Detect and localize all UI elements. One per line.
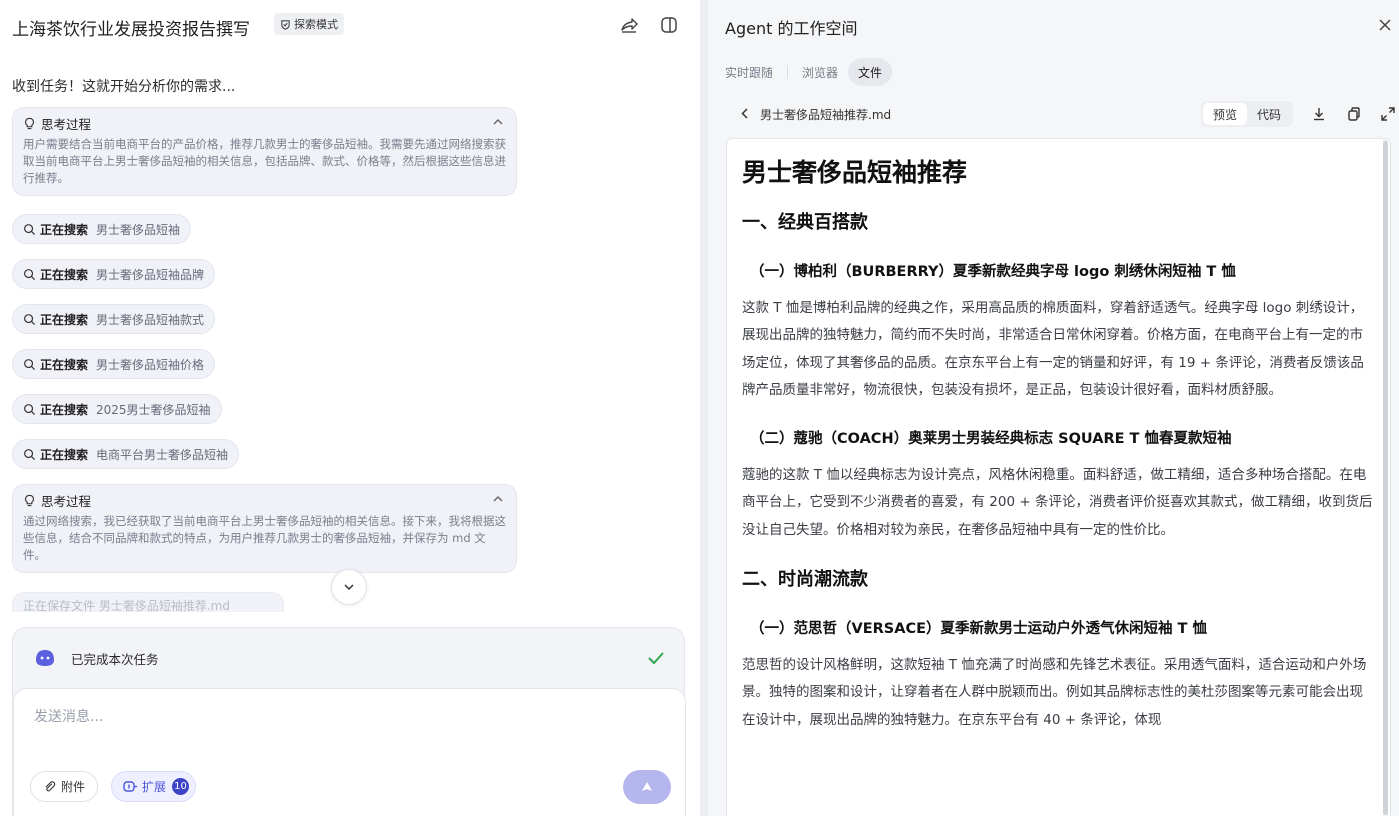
bot-avatar-icon: [36, 650, 54, 666]
thinking-card[interactable]: 思考过程 通过网络搜索，我已经获取了当前电商平台上男士奢侈品短袖的相关信息。接下…: [12, 484, 517, 573]
document-title: 男士奢侈品短袖推荐: [742, 158, 968, 187]
attach-button[interactable]: 附件: [30, 771, 99, 802]
search-step-query: 电商平台男士奢侈品短袖: [96, 447, 229, 462]
thinking-header[interactable]: 思考过程: [23, 114, 506, 132]
search-step-label: 正在搜索: [40, 402, 89, 417]
search-icon: [24, 448, 36, 460]
search-step-label: 正在搜索: [40, 357, 89, 372]
item-heading: （二）蔻驰（COACH）奥莱男士男装经典标志 SQUARE T 恤春夏款短袖: [750, 431, 1232, 448]
attach-label: 附件: [61, 780, 86, 794]
search-step[interactable]: 正在搜索 男士奢侈品短袖: [12, 214, 192, 244]
sidebar-toggle-icon[interactable]: [658, 14, 680, 36]
chevron-left-icon[interactable]: [739, 107, 751, 120]
search-step-query: 男士奢侈品短袖款式: [96, 312, 205, 327]
download-icon[interactable]: [1311, 106, 1327, 122]
search-step[interactable]: 正在搜索 电商平台男士奢侈品短袖: [12, 439, 240, 469]
item-paragraph: 范思哲的设计风格鲜明，这款短袖 T 恤充满了时尚感和先锋艺术表征。采用透气面料，…: [742, 657, 1367, 728]
scroll-to-bottom-button[interactable]: [331, 569, 367, 605]
item-paragraph: 蔻驰的这款 T 恤以经典标志为设计亮点，风格休闲稳重。面料舒适，做工精细，适合多…: [742, 467, 1373, 538]
item-paragraph: 这款 T 恤是博柏利品牌的经典之作，采用高品质的棉质面料，穿着舒适透气。经典字母…: [742, 300, 1364, 398]
tab-separator: [787, 65, 789, 79]
pane-divider[interactable]: [700, 0, 708, 816]
close-icon[interactable]: [1376, 16, 1394, 34]
lightbulb-icon: [25, 117, 34, 129]
thinking-label: 思考过程: [41, 493, 92, 509]
search-step[interactable]: 正在搜索 男士奢侈品短袖品牌: [12, 259, 216, 289]
section-heading: 二、时尚潮流款: [742, 569, 868, 591]
thinking-card[interactable]: 思考过程 用户需要结合当前电商平台的产品价格，推荐几款男士的奢侈品短袖。我需要先…: [12, 107, 517, 196]
preview-toggle[interactable]: 预览: [1203, 103, 1248, 125]
search-step-query: 男士奢侈品短袖: [96, 222, 181, 237]
send-arrow-icon: [642, 782, 652, 791]
search-step[interactable]: 正在搜索 男士奢侈品短袖价格: [12, 349, 216, 379]
tab-browser[interactable]: 浏览器: [794, 58, 846, 86]
search-icon: [24, 358, 36, 370]
lightbulb-icon: [25, 494, 34, 506]
search-step-query: 男士奢侈品短袖价格: [96, 357, 205, 372]
search-icon: [24, 313, 36, 325]
search-icon: [24, 268, 36, 280]
send-button[interactable]: [623, 770, 671, 804]
search-step-label: 正在搜索: [40, 447, 89, 462]
document-preview[interactable]: 男士奢侈品短袖推荐 一、经典百搭款 （一）博柏利（BURBERRY）夏季新款经典…: [726, 138, 1391, 816]
chevron-down-icon: [344, 584, 354, 591]
thinking-text: 通过网络搜索，我已经获取了当前电商平台上男士奢侈品短袖的相关信息。接下来，我将根…: [23, 514, 506, 562]
intro-message: 收到任务！这就开始分析你的需求...: [12, 79, 236, 95]
document-scrollbar[interactable]: [1383, 139, 1388, 816]
check-icon: [648, 652, 664, 665]
search-step-label: 正在搜索: [40, 222, 89, 237]
task-status-text: 已完成本次任务: [71, 652, 159, 667]
extension-count-badge: 10: [172, 778, 190, 795]
extension-label: 扩展: [142, 780, 167, 794]
composer-card: 已完成本次任务 附件 扩展 10: [12, 627, 686, 816]
search-step[interactable]: 正在搜索 男士奢侈品短袖款式: [12, 304, 216, 334]
search-step-label: 正在搜索: [40, 267, 89, 282]
workspace-tabs: 实时跟随 浏览器 文件: [725, 58, 893, 86]
code-toggle[interactable]: 代码: [1247, 103, 1291, 125]
mode-badge[interactable]: 探索模式: [274, 13, 344, 35]
message-input-box: 附件 扩展 10: [13, 688, 686, 816]
search-step-query: 男士奢侈品短袖品牌: [96, 267, 205, 282]
search-icon: [24, 223, 36, 235]
chat-title: 上海茶饮行业发展投资报告撰写: [12, 20, 250, 40]
item-heading: （一）博柏利（BURBERRY）夏季新款经典字母 logo 刺绣休闲短袖 T 恤: [750, 264, 1236, 280]
compass-icon: [281, 19, 290, 30]
chevron-up-icon[interactable]: [492, 116, 504, 128]
search-step-label: 正在搜索: [40, 312, 89, 327]
tab-live-follow[interactable]: 实时跟随: [725, 58, 781, 86]
item-heading: （一）范思哲（VERSACE）夏季新款男士运动户外透气休闲短袖 T 恤: [750, 621, 1207, 638]
save-file-step[interactable]: 正在保存文件 男士奢侈品短袖推荐.md: [12, 592, 284, 612]
section-heading: 一、经典百搭款: [742, 212, 868, 233]
task-status-row: 已完成本次任务: [13, 628, 684, 688]
document-content: 男士奢侈品短袖推荐 一、经典百搭款 （一）博柏利（BURBERRY）夏季新款经典…: [742, 153, 1375, 756]
thinking-text: 用户需要结合当前电商平台的产品价格，推荐几款男士的奢侈品短袖。我需要先通过网络搜…: [23, 137, 506, 185]
message-input[interactable]: [34, 705, 634, 729]
file-toolbar: 男士奢侈品短袖推荐.md 预览 代码: [725, 100, 1399, 128]
paperclip-icon: [45, 781, 56, 792]
mode-badge-label: 探索模式: [294, 18, 338, 31]
thinking-label: 思考过程: [41, 116, 92, 132]
thinking-header[interactable]: 思考过程: [23, 491, 506, 509]
expand-icon[interactable]: [1380, 106, 1396, 122]
scrollbar-thumb[interactable]: [1383, 141, 1388, 815]
plugin-icon: [123, 781, 137, 792]
search-icon: [24, 403, 36, 415]
search-step-query: 2025男士奢侈品短袖: [96, 402, 211, 417]
share-icon[interactable]: [618, 14, 640, 36]
chat-pane: 上海茶饮行业发展投资报告撰写 探索模式 收到任务！这就开始分析你的需求... 思…: [0, 0, 700, 816]
extension-button[interactable]: 扩展 10: [111, 771, 197, 802]
chevron-up-icon[interactable]: [492, 493, 504, 505]
tab-files[interactable]: 文件: [848, 58, 893, 86]
search-step[interactable]: 正在搜索 2025男士奢侈品短袖: [12, 394, 222, 424]
view-mode-toggle: 预览 代码: [1201, 101, 1294, 127]
workspace-title: Agent 的工作空间: [725, 19, 858, 38]
chat-header: 上海茶饮行业发展投资报告撰写 探索模式: [12, 12, 688, 40]
workspace-pane: Agent 的工作空间 实时跟随 浏览器 文件 男士奢侈品短袖推荐.md 预览 …: [708, 0, 1399, 816]
file-name: 男士奢侈品短袖推荐.md: [760, 108, 892, 122]
copy-icon[interactable]: [1346, 106, 1362, 122]
